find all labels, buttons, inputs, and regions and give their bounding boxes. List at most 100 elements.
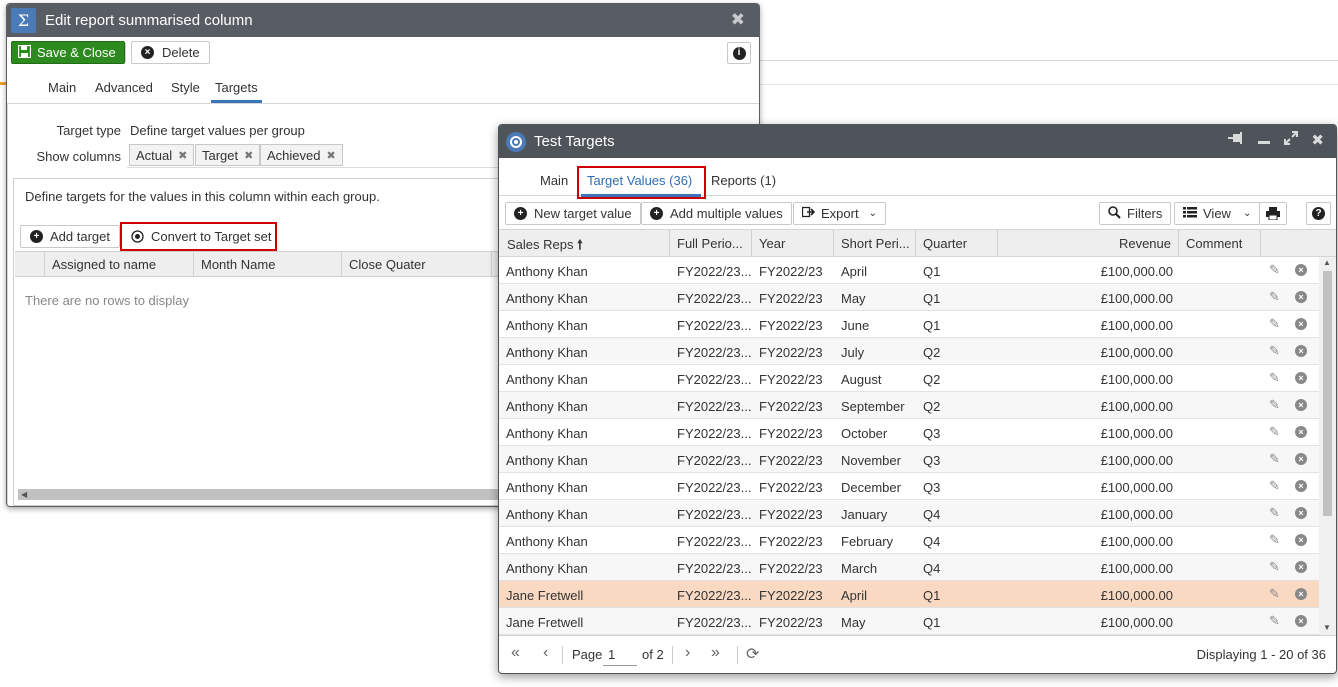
target-values-grid-header: Sales Reps 🠕 Full Perio... Year Short Pe… [499,229,1336,257]
info-button[interactable]: i [727,42,751,64]
column-header-assigned[interactable]: Assigned to name [52,257,156,272]
window-titlebar[interactable]: Test Targets ✖ [499,125,1336,158]
edit-icon[interactable]: ✎ [1269,289,1280,305]
scrollbar-thumb[interactable] [1323,271,1332,516]
delete-label: Delete [162,45,200,60]
column-header-year[interactable]: Year [759,236,785,251]
help-button[interactable]: ? [1306,202,1331,225]
column-header-full-period[interactable]: Full Perio... [677,236,743,251]
table-row[interactable]: Anthony Khan FY2022/23... FY2022/23 Decembe… [499,473,1319,500]
delete-icon[interactable]: × [1295,291,1307,303]
column-header-comment[interactable]: Comment [1186,236,1242,251]
tab-targets[interactable]: Targets [211,80,262,103]
remove-icon[interactable]: ✖ [178,149,187,162]
edit-icon[interactable]: ✎ [1269,424,1280,440]
delete-icon[interactable]: × [1295,372,1307,384]
dialog-titlebar[interactable]: Σ Edit report summarised column ✖ [7,4,759,37]
edit-icon[interactable]: ✎ [1269,478,1280,494]
column-divider [1178,230,1179,256]
edit-icon[interactable]: ✎ [1269,613,1280,629]
view-button[interactable]: View ⌄ [1174,202,1261,225]
table-row[interactable]: Jane Fretwell FY2022/23... FY2022/23 May Q1 £… [499,608,1319,635]
table-row[interactable]: Anthony Khan FY2022/23... FY2022/23 July Q2 £… [499,338,1319,365]
close-icon[interactable]: ✖ [731,10,745,30]
column-chip[interactable]: Achieved ✖ [260,144,343,166]
edit-icon[interactable]: ✎ [1269,532,1280,548]
tab-main[interactable]: Main [48,80,76,95]
add-target-button[interactable]: + Add target [20,225,120,248]
edit-icon[interactable]: ✎ [1269,559,1280,575]
delete-icon[interactable]: × [1295,561,1307,573]
refresh-icon[interactable]: ⟳ [746,644,759,664]
print-button[interactable] [1259,202,1287,225]
previous-page-icon[interactable]: ‹ [543,644,548,662]
table-row[interactable]: Anthony Khan FY2022/23... FY2022/23 January… [499,500,1319,527]
table-row[interactable]: Anthony Khan FY2022/23... FY2022/23 Februar… [499,527,1319,554]
last-page-icon[interactable]: » [711,644,720,662]
table-row[interactable]: Anthony Khan FY2022/23... FY2022/23 Novembe… [499,446,1319,473]
column-header-short-period[interactable]: Short Peri... [841,236,910,251]
minimize-icon[interactable] [1257,131,1271,149]
save-close-button[interactable]: Save & Close [11,41,125,64]
column-header-revenue[interactable]: Revenue [1119,236,1171,251]
edit-icon[interactable]: ✎ [1269,343,1280,359]
table-row[interactable]: Anthony Khan FY2022/23... FY2022/23 May Q1 £1… [499,284,1319,311]
delete-icon[interactable]: × [1295,453,1307,465]
edit-icon[interactable]: ✎ [1269,397,1280,413]
delete-icon[interactable]: × [1295,264,1307,276]
remove-icon[interactable]: ✖ [326,149,335,162]
scroll-up-icon[interactable]: ▲ [1323,258,1331,267]
edit-icon[interactable]: ✎ [1269,505,1280,521]
edit-icon[interactable]: ✎ [1269,586,1280,602]
pin-icon[interactable] [1228,131,1244,149]
edit-icon[interactable]: ✎ [1269,451,1280,467]
table-row[interactable]: Anthony Khan FY2022/23... FY2022/23 June Q1 £… [499,311,1319,338]
delete-icon[interactable]: × [1295,534,1307,546]
close-icon[interactable]: ✖ [1311,131,1324,149]
column-chip[interactable]: Target ✖ [195,144,261,166]
table-row[interactable]: Anthony Khan FY2022/23... FY2022/23 March Q4… [499,554,1319,581]
column-chip[interactable]: Actual ✖ [129,144,195,166]
remove-icon[interactable]: ✖ [244,149,253,162]
column-header-quarter[interactable]: Close Quater [349,257,426,272]
table-row[interactable]: Anthony Khan FY2022/23... FY2022/23 Septemb… [499,392,1319,419]
column-header-month[interactable]: Month Name [201,257,275,272]
first-page-icon[interactable]: « [511,644,520,662]
tab-main[interactable]: Main [540,173,568,188]
cell-revenue: £100,000.00 [1100,453,1173,468]
target-type-value[interactable]: Define target values per group [130,123,305,138]
table-row[interactable]: Anthony Khan FY2022/23... FY2022/23 April Q1… [499,257,1319,284]
edit-icon[interactable]: ✎ [1269,370,1280,386]
cell-short-period: January [841,507,888,522]
delete-icon[interactable]: × [1295,588,1307,600]
maximize-icon[interactable] [1284,131,1299,149]
add-multiple-values-button[interactable]: + Add multiple values [641,202,792,225]
page-number-input[interactable]: 1 [603,644,637,666]
delete-icon[interactable]: × [1295,480,1307,492]
column-header-sales-reps[interactable]: Sales Reps 🠕 [507,236,583,258]
edit-icon[interactable]: ✎ [1269,316,1280,332]
tab-reports[interactable]: Reports (1) [711,173,776,188]
new-target-value-button[interactable]: + New target value [505,202,641,225]
cell-full-period: FY2022/23... [677,615,752,630]
edit-icon[interactable]: ✎ [1269,262,1280,278]
tab-advanced[interactable]: Advanced [95,80,153,95]
vertical-scrollbar[interactable]: ▲ ▼ [1319,257,1336,635]
export-button[interactable]: Export ⌄ [793,202,886,225]
next-page-icon[interactable]: › [685,644,690,662]
delete-button[interactable]: × Delete [131,41,210,64]
tab-style[interactable]: Style [171,80,200,95]
filters-button[interactable]: Filters [1099,202,1172,225]
delete-icon[interactable]: × [1295,399,1307,411]
delete-icon[interactable]: × [1295,507,1307,519]
delete-icon[interactable]: × [1295,318,1307,330]
scroll-left-icon[interactable]: ◀ [21,490,27,499]
table-row[interactable]: Anthony Khan FY2022/23... FY2022/23 August Q… [499,365,1319,392]
delete-icon[interactable]: × [1295,426,1307,438]
table-row[interactable]: Jane Fretwell FY2022/23... FY2022/23 April Q… [499,581,1319,608]
column-header-quarter[interactable]: Quarter [923,236,967,251]
table-row[interactable]: Anthony Khan FY2022/23... FY2022/23 October… [499,419,1319,446]
scroll-down-icon[interactable]: ▼ [1323,623,1331,632]
delete-icon[interactable]: × [1295,615,1307,627]
delete-icon[interactable]: × [1295,345,1307,357]
